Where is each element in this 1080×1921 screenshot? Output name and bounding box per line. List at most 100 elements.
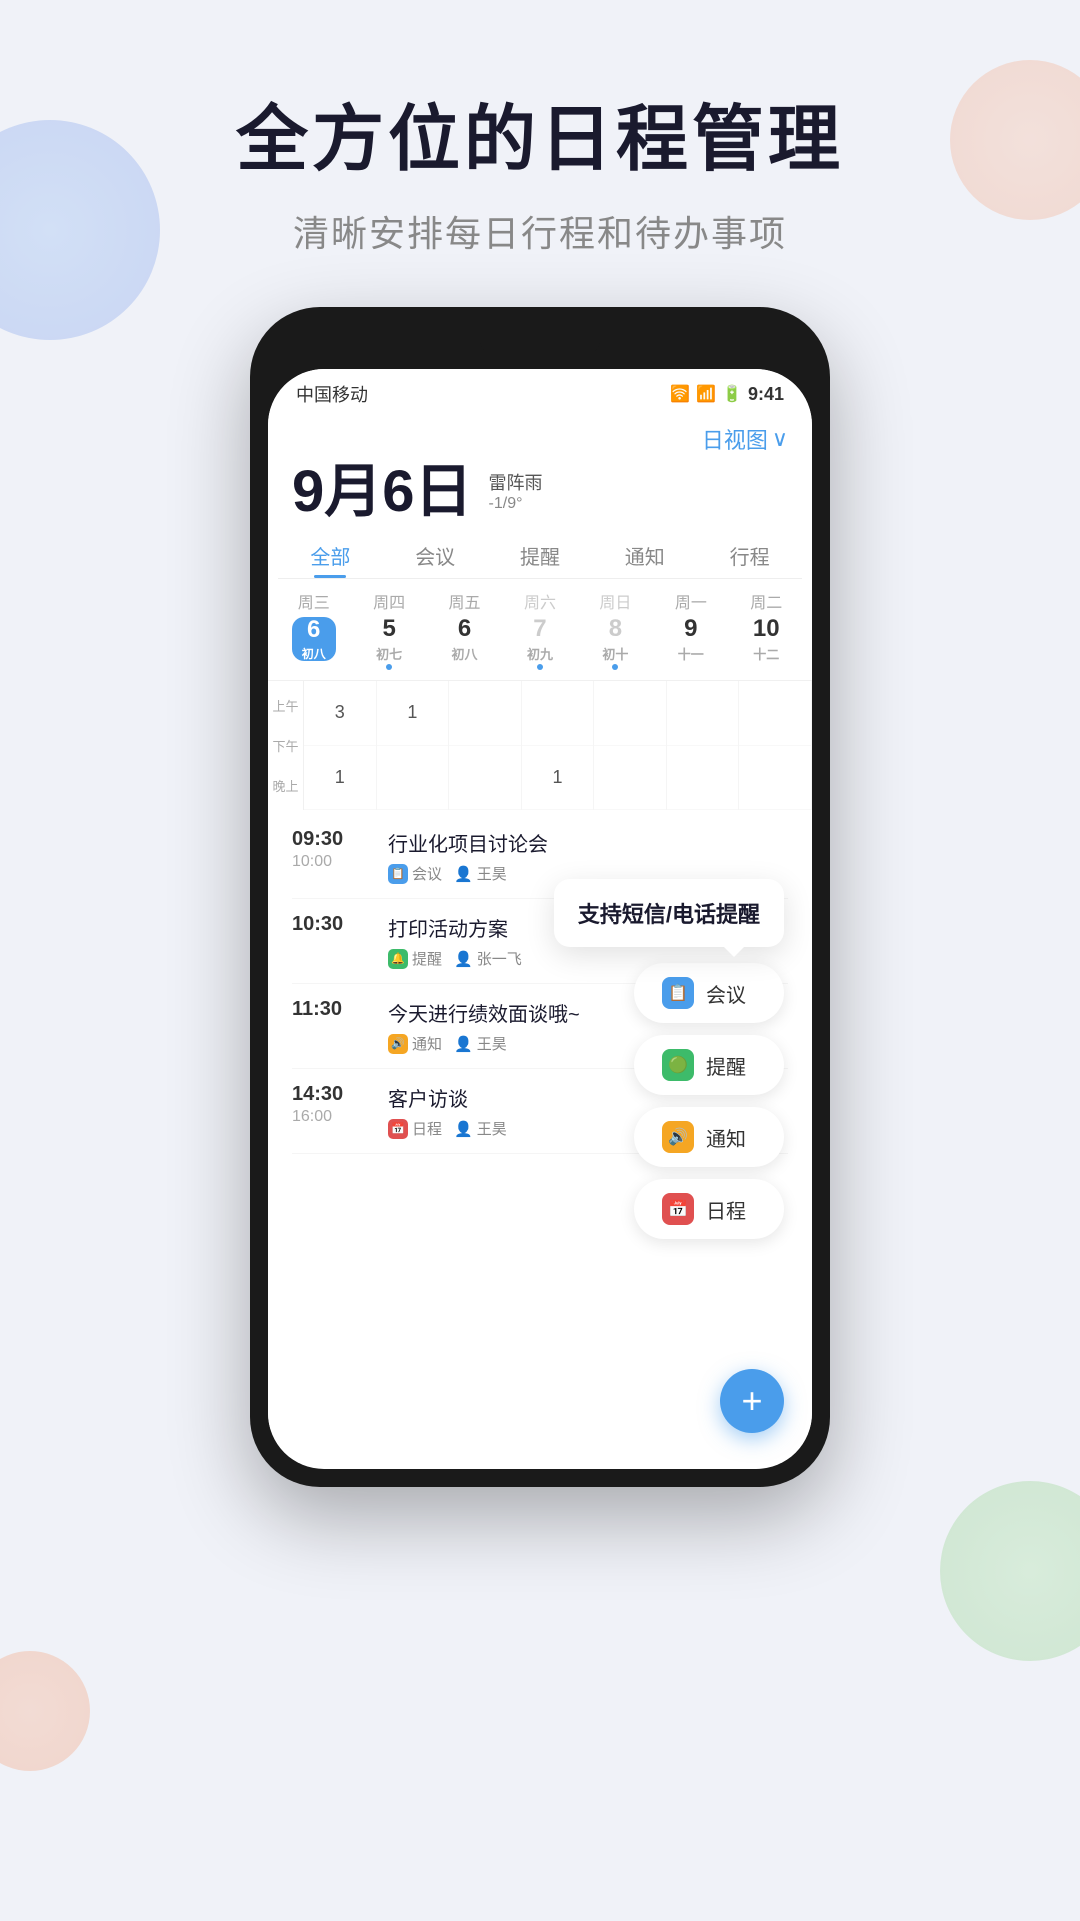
grid-cell-0-3 [522, 681, 594, 746]
week-days-header: 周三6初八周四 5初七周五 6初八周六 7初九周日 8初十周一 9十一周二 10十二 [276, 589, 804, 670]
week-day-num-5: 9十一 [669, 617, 713, 661]
popup-btn-提醒[interactable]: 🟢 提醒 [634, 1035, 784, 1095]
event-type-icon-2: 🔊 [388, 1034, 408, 1054]
lunar-day-4: 初十 [602, 644, 628, 663]
week-day-0[interactable]: 周三6初八 [276, 589, 351, 670]
week-day-num-6: 10十二 [744, 617, 788, 661]
person-icon-0: 👤 [454, 865, 473, 883]
time-label-0: 上午 [268, 696, 303, 715]
status-icons: 🛜 📶 🔋 9:41 [670, 384, 784, 405]
event-end-0: 10:00 [292, 853, 372, 871]
tab-通知[interactable]: 通知 [592, 531, 697, 578]
event-badge-2: 🔊通知 [388, 1033, 442, 1054]
event-dot-1 [386, 664, 392, 670]
grid-cell-0-1: 1 [377, 681, 449, 746]
event-dot-3 [537, 664, 543, 670]
week-day-name-0: 周三 [276, 589, 351, 613]
chevron-down-icon: ∨ [772, 426, 788, 452]
grid-cell-1-5 [667, 746, 739, 811]
date-header: 9月6日 雷阵雨 -1/9° [268, 459, 812, 531]
event-type-name-0: 会议 [412, 863, 442, 884]
week-day-num-4: 8初十 [593, 617, 637, 661]
view-toggle-button[interactable]: 日视图 ∨ [702, 423, 788, 455]
week-day-3[interactable]: 周六 7初九 [502, 589, 577, 670]
grid-cell-0-0: 3 [304, 681, 376, 746]
week-day-name-5: 周一 [653, 589, 728, 613]
week-day-5[interactable]: 周一 9十一 [653, 589, 728, 670]
week-calendar: 周三6初八周四 5初七周五 6初八周六 7初九周日 8初十周一 9十一周二 10十二 [268, 579, 812, 680]
bg-circle-green [940, 1481, 1080, 1661]
tab-提醒[interactable]: 提醒 [488, 531, 593, 578]
week-day-1[interactable]: 周四 5初七 [351, 589, 426, 670]
event-type-icon-0: 📋 [388, 864, 408, 884]
week-day-4[interactable]: 周日 8初十 [578, 589, 653, 670]
phone-screen: 中国移动 🛜 📶 🔋 9:41 日视图 ∨ [268, 369, 812, 1469]
phone-frame: 中国移动 🛜 📶 🔋 9:41 日视图 ∨ [250, 307, 830, 1487]
event-type-name-2: 通知 [412, 1033, 442, 1054]
grid-cell-1-4 [594, 746, 666, 811]
person-icon-3: 👤 [454, 1120, 473, 1138]
lunar-day-5: 十一 [678, 644, 704, 663]
week-day-num-3: 7初九 [518, 617, 562, 661]
popup-btn-label-提醒: 提醒 [706, 1051, 746, 1080]
week-day-name-4: 周日 [578, 589, 653, 613]
grid-col-5 [667, 681, 740, 810]
add-button[interactable]: + [720, 1369, 784, 1433]
time-label-1: 下午 [268, 736, 303, 755]
popup-buttons: 📋会议 🟢 提醒 🔊通知 📅日程 [554, 963, 784, 1239]
signal-icon: 📶 [696, 384, 716, 404]
popup-btn-icon-会议: 📋 [662, 977, 694, 1009]
plus-icon: + [741, 1380, 762, 1422]
event-end-3: 16:00 [292, 1108, 372, 1126]
category-tabs: 全部会议提醒通知行程 [278, 531, 802, 579]
popup-btn-日程[interactable]: 📅日程 [634, 1179, 784, 1239]
event-badge-1: 🔔提醒 [388, 948, 442, 969]
popup-btn-通知[interactable]: 🔊通知 [634, 1107, 784, 1167]
event-type-icon-3: 📅 [388, 1119, 408, 1139]
grid-cell-1-6 [739, 746, 811, 811]
sub-title: 清晰安排每日行程和待办事项 [0, 205, 1080, 257]
week-day-num-2: 6初八 [443, 617, 487, 661]
popup-btn-label-日程: 日程 [706, 1195, 746, 1224]
time-display: 9:41 [748, 384, 784, 405]
event-type-name-3: 日程 [412, 1118, 442, 1139]
grid-col-4 [594, 681, 667, 810]
tab-会议[interactable]: 会议 [383, 531, 488, 578]
event-type-name-1: 提醒 [412, 948, 442, 969]
week-day-6[interactable]: 周二 10十二 [729, 589, 804, 670]
wifi-icon: 🛜 [670, 384, 690, 404]
person-icon-1: 👤 [454, 950, 473, 968]
phone-wrapper: 中国移动 🛜 📶 🔋 9:41 日视图 ∨ [0, 307, 1080, 1487]
grid-col-3: 1 [522, 681, 595, 810]
week-day-name-3: 周六 [502, 589, 577, 613]
event-person-0: 👤王昊 [454, 863, 507, 884]
status-bar: 中国移动 🛜 📶 🔋 9:41 [268, 369, 812, 415]
week-day-2[interactable]: 周五 6初八 [427, 589, 502, 670]
event-type-icon-1: 🔔 [388, 949, 408, 969]
top-section: 全方位的日程管理 清晰安排每日行程和待办事项 [0, 0, 1080, 297]
schedule-grid: 上午下午晚上 3111 [268, 680, 812, 810]
weather-name: 雷阵雨 [489, 469, 543, 495]
week-day-name-1: 周四 [351, 589, 426, 613]
battery-icon: 🔋 [722, 384, 742, 404]
popup-tooltip-text: 支持短信/电话提醒 [578, 902, 760, 927]
weather-info: 雷阵雨 -1/9° [489, 469, 543, 521]
popup-btn-会议[interactable]: 📋会议 [634, 963, 784, 1023]
event-badge-3: 📅日程 [388, 1118, 442, 1139]
event-start-1: 10:30 [292, 913, 372, 936]
tab-全部[interactable]: 全部 [278, 531, 383, 578]
lunar-day-2: 初八 [452, 644, 478, 663]
grid-cell-1-0: 1 [304, 746, 376, 811]
week-day-num-1: 5初七 [367, 617, 411, 661]
week-day-name-2: 周五 [427, 589, 502, 613]
event-person-3: 👤王昊 [454, 1118, 507, 1139]
tab-行程[interactable]: 行程 [697, 531, 802, 578]
bg-circle-salmon [0, 1651, 90, 1771]
event-dot-4 [612, 664, 618, 670]
grid-cell-0-5 [667, 681, 739, 746]
event-start-2: 11:30 [292, 998, 372, 1021]
week-day-name-6: 周二 [729, 589, 804, 613]
grid-col-2 [449, 681, 522, 810]
event-badge-0: 📋会议 [388, 863, 442, 884]
popup-btn-icon-提醒: 🟢 [662, 1049, 694, 1081]
